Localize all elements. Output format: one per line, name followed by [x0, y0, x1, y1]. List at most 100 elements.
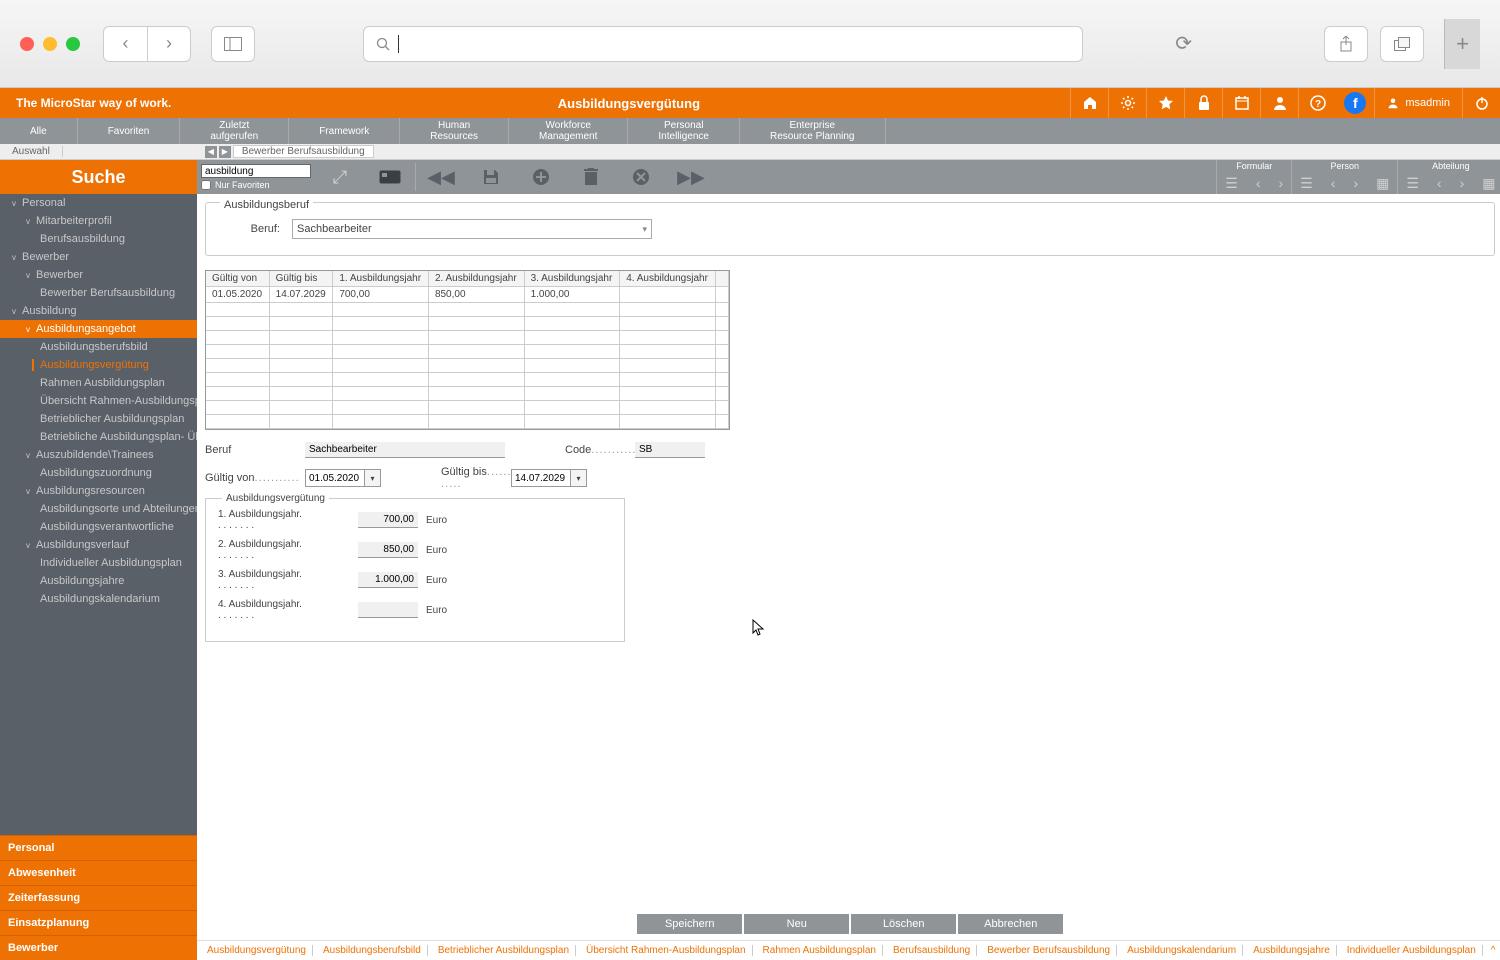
- fav-only-checkbox[interactable]: Nur Favoriten: [201, 180, 311, 190]
- new-tab-button[interactable]: +: [1444, 19, 1480, 69]
- tree-item[interactable]: Bewerber Berufsausbildung: [0, 284, 197, 302]
- tabs-icon[interactable]: [1380, 26, 1424, 62]
- year-input[interactable]: [358, 512, 418, 528]
- tree-item[interactable]: vAuszubildende\Trainees: [0, 446, 197, 464]
- table-header[interactable]: 1. Ausbildungsjahr: [333, 271, 429, 287]
- prev-icon[interactable]: ‹: [1331, 175, 1336, 191]
- delete-icon[interactable]: [566, 160, 616, 194]
- save-icon[interactable]: [466, 160, 516, 194]
- breadcrumb-page[interactable]: Bewerber Berufsausbildung: [233, 145, 374, 158]
- expand-icon[interactable]: ⤢: [315, 160, 365, 194]
- power-icon[interactable]: [1462, 88, 1500, 118]
- sidebar-bottom-item[interactable]: Abwesenheit: [0, 860, 197, 885]
- rewind-icon[interactable]: ◀◀: [416, 160, 466, 194]
- prev-icon[interactable]: ‹: [1256, 175, 1261, 191]
- footer-caret-icon[interactable]: ^: [1487, 945, 1500, 956]
- forward-button[interactable]: ›: [147, 26, 191, 62]
- tree-item[interactable]: Individueller Ausbildungsplan: [0, 554, 197, 572]
- tree-item[interactable]: Ausbildungszuordnung: [0, 464, 197, 482]
- footer-link[interactable]: Bewerber Berufsausbildung: [981, 945, 1117, 956]
- löschen-button[interactable]: Löschen: [851, 914, 956, 934]
- table-header[interactable]: 4. Ausbildungsjahr: [620, 271, 716, 287]
- tree-item[interactable]: vBewerber: [0, 266, 197, 284]
- next-icon[interactable]: ›: [1279, 175, 1284, 191]
- sidebar-toggle-icon[interactable]: [211, 26, 255, 62]
- nav-item[interactable]: WorkforceManagement: [509, 118, 628, 144]
- tree-item[interactable]: vAusbildungsangebot: [0, 320, 197, 338]
- sidebar-bottom-item[interactable]: Personal: [0, 835, 197, 860]
- footer-link[interactable]: Rahmen Ausbildungsplan: [757, 945, 883, 956]
- footer-link[interactable]: Ausbildungsberufsbild: [317, 945, 428, 956]
- window-maximize-icon[interactable]: [66, 37, 80, 51]
- back-button[interactable]: ‹: [103, 26, 147, 62]
- bis-dropdown-icon[interactable]: ▾: [570, 470, 586, 486]
- nav-item[interactable]: Favoriten: [78, 118, 181, 144]
- breadcrumb-auswahl[interactable]: Auswahl: [0, 146, 63, 157]
- tree-item[interactable]: Ausbildungsverantwortliche: [0, 518, 197, 536]
- card-icon[interactable]: [365, 160, 415, 194]
- url-bar[interactable]: [363, 26, 1083, 62]
- tree-item[interactable]: vAusbildungsresourcen: [0, 482, 197, 500]
- year-input[interactable]: [358, 602, 418, 618]
- table-row[interactable]: 01.05.202014.07.2029700,00850,001.000,00: [206, 287, 729, 303]
- help-icon[interactable]: ?: [1298, 88, 1336, 118]
- year-input[interactable]: [358, 572, 418, 588]
- table-header[interactable]: Gültig von: [206, 271, 269, 287]
- tree-item[interactable]: Ausbildungsvergütung: [0, 356, 197, 374]
- tree-item[interactable]: vAusbildung: [0, 302, 197, 320]
- breadcrumb-next-icon[interactable]: ▶: [219, 146, 231, 158]
- cancel-icon[interactable]: [616, 160, 666, 194]
- grid-icon[interactable]: ▦: [1482, 175, 1495, 192]
- fav-checkbox-input[interactable]: [201, 180, 211, 190]
- tree-item[interactable]: Ausbildungsjahre: [0, 572, 197, 590]
- footer-link[interactable]: Ausbildungsvergütung: [201, 945, 313, 956]
- home-icon[interactable]: [1070, 88, 1108, 118]
- speichern-button[interactable]: Speichern: [637, 914, 742, 934]
- abbrechen-button[interactable]: Abbrechen: [958, 914, 1063, 934]
- lock-icon[interactable]: [1184, 88, 1222, 118]
- von-dropdown-icon[interactable]: ▾: [364, 470, 380, 486]
- tree-item[interactable]: vAusbildungsverlauf: [0, 536, 197, 554]
- breadcrumb-prev-icon[interactable]: ◀: [205, 146, 217, 158]
- footer-link[interactable]: Ausbildungskalendarium: [1121, 945, 1243, 956]
- footer-link[interactable]: Berufsausbildung: [887, 945, 977, 956]
- nav-item[interactable]: HumanResources: [400, 118, 509, 144]
- tree-item[interactable]: Betrieblicher Ausbildungsplan: [0, 410, 197, 428]
- gear-icon[interactable]: [1108, 88, 1146, 118]
- detail-beruf-input[interactable]: [305, 442, 505, 458]
- footer-link[interactable]: Betrieblicher Ausbildungsplan: [432, 945, 576, 956]
- nav-item[interactable]: EnterpriseResource Planning: [740, 118, 886, 144]
- grid-icon[interactable]: ▦: [1376, 175, 1389, 192]
- nav-item[interactable]: PersonalIntelligence: [628, 118, 740, 144]
- beruf-select[interactable]: Sachbearbeiter ▾: [292, 219, 652, 239]
- footer-link[interactable]: Individueller Ausbildungsplan: [1341, 945, 1483, 956]
- nav-item[interactable]: Zuletztaufgerufen: [180, 118, 289, 144]
- list-icon[interactable]: ☰: [1406, 175, 1419, 192]
- year-input[interactable]: [358, 542, 418, 558]
- sidebar-bottom-item[interactable]: Einsatzplanung: [0, 910, 197, 935]
- person-icon[interactable]: [1260, 88, 1298, 118]
- table-header[interactable]: Gültig bis: [269, 271, 333, 287]
- share-icon[interactable]: [1324, 26, 1368, 62]
- tree-item[interactable]: vPersonal: [0, 194, 197, 212]
- data-table[interactable]: Gültig vonGültig bis1. Ausbildungsjahr2.…: [205, 270, 730, 430]
- sidebar-bottom-item[interactable]: Bewerber: [0, 935, 197, 960]
- footer-link[interactable]: Übersicht Rahmen-Ausbildungsplan: [580, 945, 753, 956]
- next-icon[interactable]: ›: [1460, 175, 1465, 191]
- fastforward-icon[interactable]: ▶▶: [666, 160, 716, 194]
- search-input[interactable]: [201, 164, 311, 178]
- table-header[interactable]: 2. Ausbildungsjahr: [428, 271, 524, 287]
- window-close-icon[interactable]: [20, 37, 34, 51]
- tree-item[interactable]: Ausbildungskalendarium: [0, 590, 197, 608]
- tree-item[interactable]: Betriebliche Ausbildungsplan- Übersic: [0, 428, 197, 446]
- tree-item[interactable]: Ausbildungsorte und Abteilungen: [0, 500, 197, 518]
- tree-item[interactable]: Rahmen Ausbildungsplan: [0, 374, 197, 392]
- tree-item[interactable]: Berufsausbildung: [0, 230, 197, 248]
- star-icon[interactable]: [1146, 88, 1184, 118]
- window-minimize-icon[interactable]: [43, 37, 57, 51]
- von-input[interactable]: [306, 470, 364, 486]
- neu-button[interactable]: Neu: [744, 914, 849, 934]
- calendar-icon[interactable]: [1222, 88, 1260, 118]
- prev-icon[interactable]: ‹: [1437, 175, 1442, 191]
- list-icon[interactable]: ☰: [1300, 175, 1313, 192]
